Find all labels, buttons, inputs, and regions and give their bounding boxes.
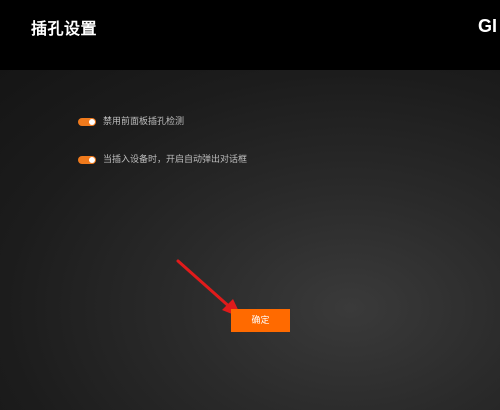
jack-settings-window: 插孔设置 GI 禁用前面板插孔检测 当插入设备时，开启自动弹出对话框 确定: [0, 0, 500, 410]
toggle-knob: [89, 119, 95, 125]
option-auto-popup-dialog: 当插入设备时，开启自动弹出对话框: [78, 154, 247, 166]
disable-front-panel-detection-toggle[interactable]: [78, 118, 96, 126]
option-disable-front-panel-detection: 禁用前面板插孔检测: [78, 116, 184, 128]
title-bar: 插孔设置 GI: [0, 0, 500, 70]
auto-popup-dialog-label: 当插入设备时，开启自动弹出对话框: [103, 155, 248, 165]
auto-popup-dialog-toggle[interactable]: [78, 156, 96, 164]
settings-panel: 禁用前面板插孔检测 当插入设备时，开启自动弹出对话框 确定: [0, 70, 500, 410]
toggle-knob: [89, 157, 95, 163]
window-title: 插孔设置: [31, 19, 98, 38]
confirm-button[interactable]: 确定: [231, 309, 290, 332]
brand-logo: GI: [478, 16, 498, 36]
disable-front-panel-detection-label: 禁用前面板插孔检测: [103, 117, 185, 127]
